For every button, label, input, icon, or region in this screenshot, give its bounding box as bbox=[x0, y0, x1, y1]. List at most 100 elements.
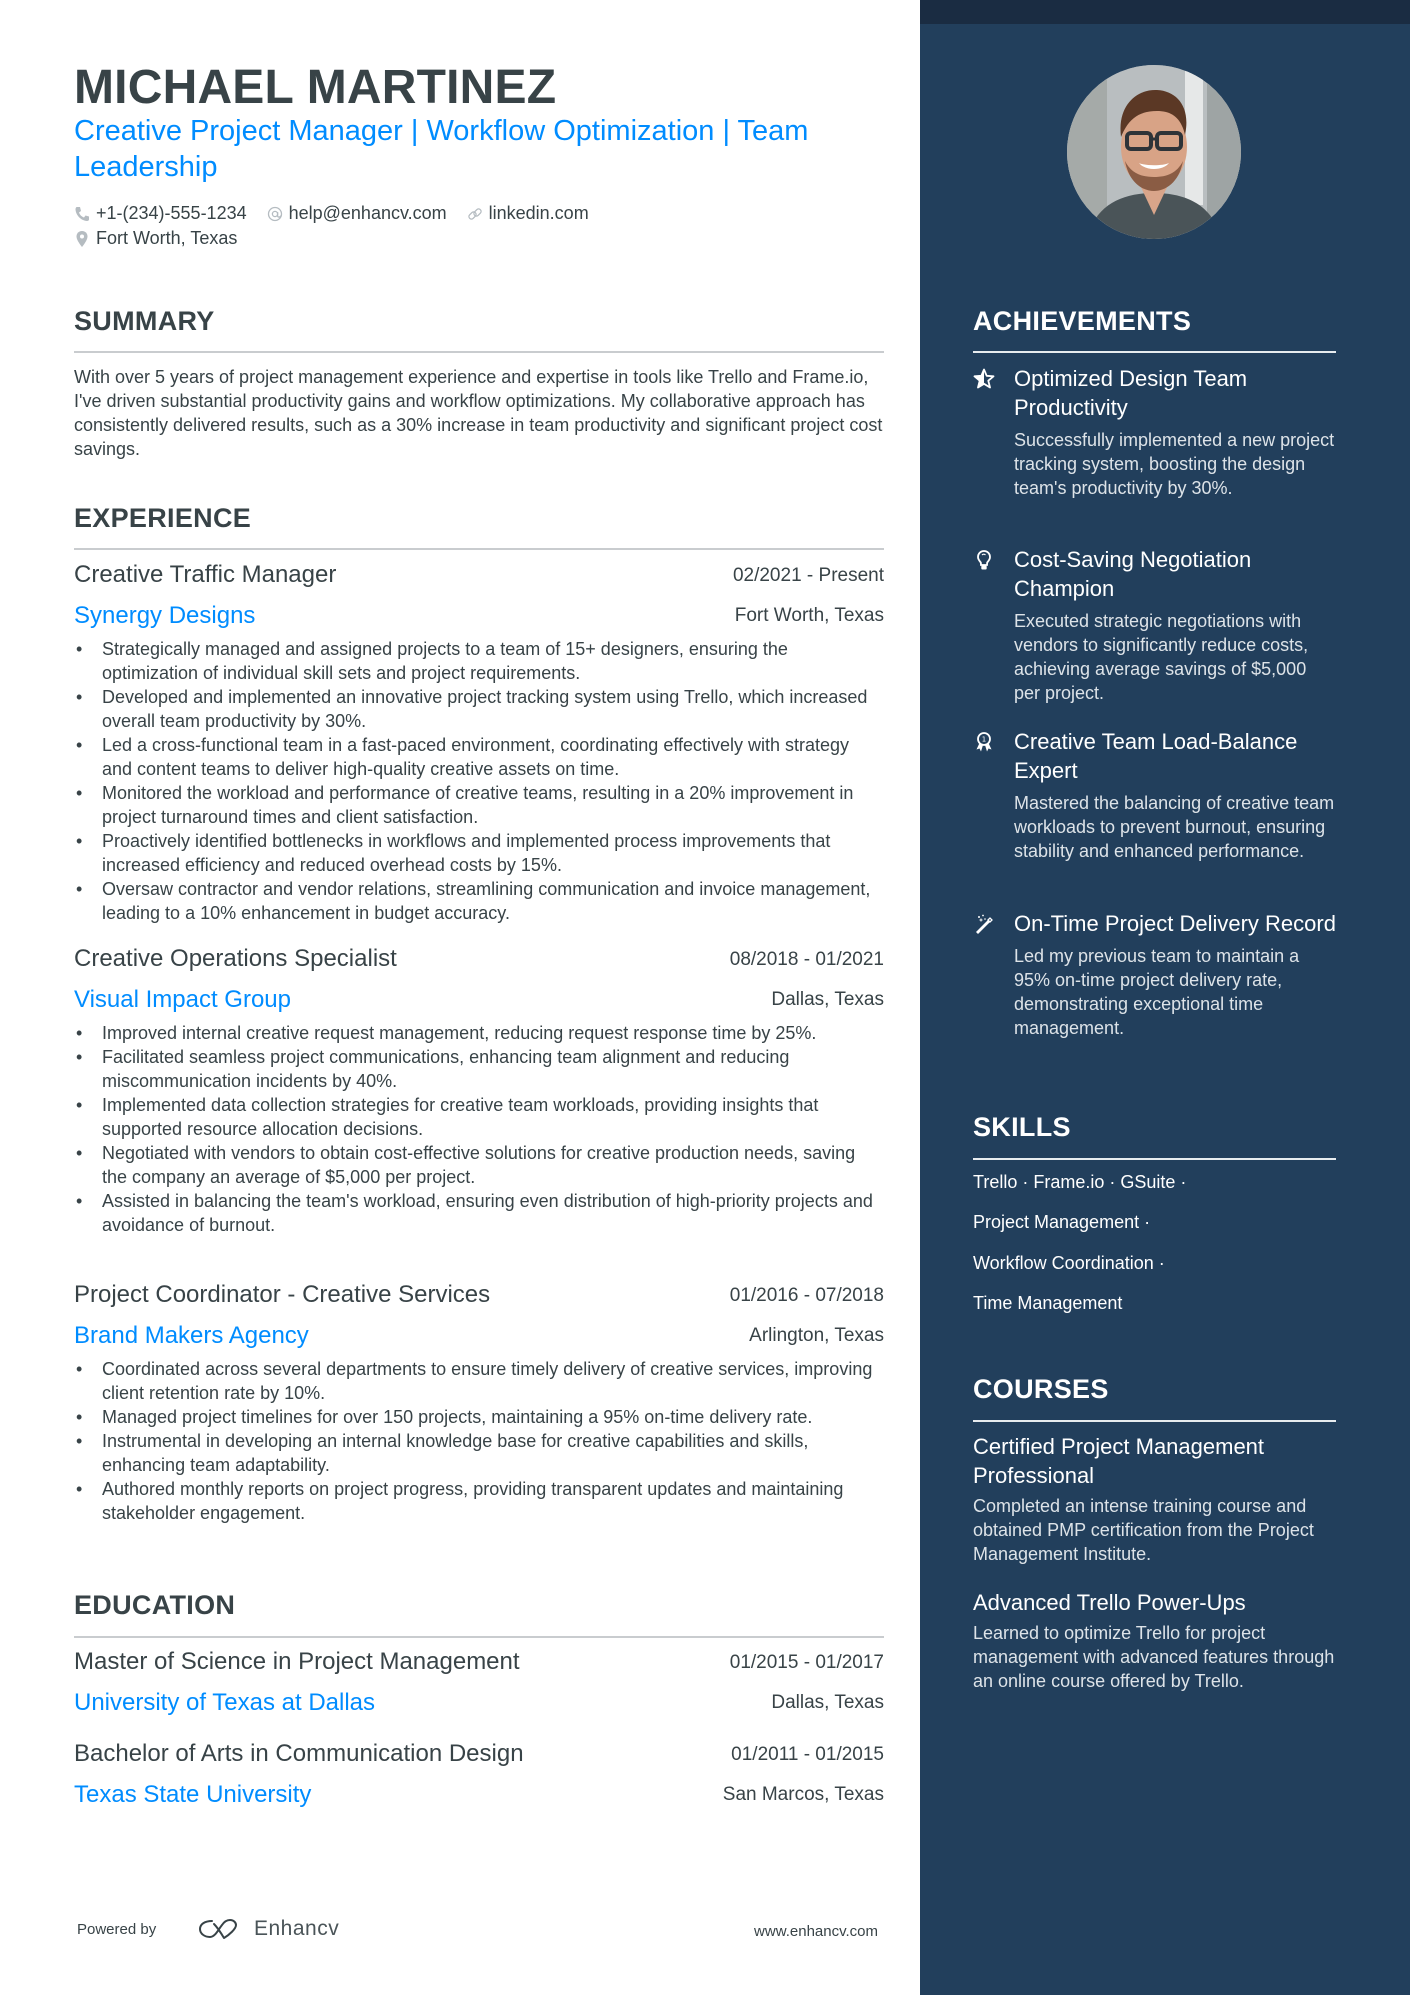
enhancv-logo-icon bbox=[199, 1919, 237, 1939]
course-title: Advanced Trello Power-Ups bbox=[973, 1590, 1246, 1615]
skill-line: Project Management · bbox=[973, 1212, 1151, 1232]
education-heading: EDUCATION bbox=[74, 1590, 236, 1620]
enhancv-brand-text: Enhancv bbox=[254, 1917, 340, 1940]
courses-divider bbox=[973, 1420, 1336, 1422]
bullet-item: Led a cross-functional team in a fast-pa… bbox=[74, 733, 884, 781]
course-item: Certified Project Management Professiona… bbox=[973, 1432, 1336, 1566]
bullet-item: Authored monthly reports on project prog… bbox=[74, 1477, 884, 1525]
job-location: Fort Worth, Texas bbox=[734, 605, 884, 626]
achievement-title: Optimized Design Team Productivity bbox=[1014, 366, 1248, 420]
achievement-title: Cost-Saving Negotiation Champion bbox=[1014, 547, 1252, 601]
bullet-item: Monitored the workload and performance o… bbox=[74, 781, 884, 829]
email-contact[interactable]: help@enhancv.com bbox=[267, 201, 447, 226]
job-title: Creative Traffic Manager bbox=[74, 561, 337, 588]
linkedin-contact[interactable]: linkedin.com bbox=[467, 201, 589, 226]
lightbulb-icon bbox=[973, 549, 997, 573]
job-dates: 02/2021 - Present bbox=[732, 565, 884, 586]
svg-text:1: 1 bbox=[982, 736, 986, 744]
job-dates: 01/2016 - 07/2018 bbox=[729, 1285, 884, 1306]
degree-title: Bachelor of Arts in Communication Design bbox=[74, 1740, 524, 1767]
summary-divider bbox=[74, 351, 884, 353]
achievement-title: Creative Team Load-Balance Expert bbox=[1014, 729, 1298, 783]
contact-info: +1-(234)-555-1234 help@enhancv.com linke… bbox=[74, 201, 609, 251]
footer: Powered by Enhancv www.enhancv.com bbox=[74, 1915, 884, 1945]
phone-icon bbox=[74, 205, 90, 223]
bullet-item: Assisted in balancing the team's workloa… bbox=[74, 1189, 884, 1237]
school-location: Dallas, Texas bbox=[771, 1692, 884, 1713]
bullet-item: Facilitated seamless project communicati… bbox=[74, 1045, 884, 1093]
achievement-item: Cost-Saving Negotiation Champion Execute… bbox=[973, 545, 1336, 705]
bullet-item: Managed project timelines for over 150 p… bbox=[74, 1405, 884, 1429]
education-dates: 01/2011 - 01/2015 bbox=[731, 1744, 884, 1765]
school-name[interactable]: University of Texas at Dallas bbox=[74, 1689, 375, 1717]
job-title: Creative Operations Specialist bbox=[74, 945, 397, 972]
course-title: Certified Project Management Professiona… bbox=[973, 1434, 1265, 1488]
experience-divider bbox=[74, 548, 884, 550]
job-location: Arlington, Texas bbox=[749, 1325, 884, 1346]
linkedin-url: linkedin.com bbox=[488, 203, 589, 223]
profile-photo bbox=[1067, 65, 1241, 239]
award-ribbon-icon: 1 bbox=[973, 731, 997, 755]
summary-text: With over 5 years of project management … bbox=[74, 367, 883, 459]
achievements-heading: ACHIEVEMENTS bbox=[973, 306, 1192, 336]
course-description: Completed an intense training course and… bbox=[973, 1496, 1314, 1564]
bullet-item: Strategically managed and assigned proje… bbox=[74, 637, 884, 685]
bullet-item: Implemented data collection strategies f… bbox=[74, 1093, 884, 1141]
magic-wand-icon bbox=[973, 913, 997, 937]
company-name[interactable]: Synergy Designs bbox=[74, 602, 255, 630]
sidebar-top-strip bbox=[920, 0, 1410, 24]
school-location: San Marcos, Texas bbox=[722, 1784, 884, 1805]
achievement-description: Successfully implemented a new project t… bbox=[1014, 430, 1335, 498]
achievement-description: Mastered the balancing of creative team … bbox=[1014, 793, 1335, 861]
headline: Creative Project Manager | Workflow Opti… bbox=[74, 115, 809, 183]
skill-line: Trello · Frame.io · GSuite · bbox=[973, 1172, 1187, 1192]
skills-divider bbox=[973, 1158, 1336, 1160]
skills-heading: SKILLS bbox=[973, 1112, 1071, 1142]
bullet-item: Developed and implemented an innovative … bbox=[74, 685, 884, 733]
bullet-item: Oversaw contractor and vendor relations,… bbox=[74, 877, 884, 925]
job-title: Project Coordinator - Creative Services bbox=[74, 1281, 491, 1308]
phone-contact[interactable]: +1-(234)-555-1234 bbox=[74, 201, 247, 226]
achievement-description: Executed strategic negotiations with ven… bbox=[1014, 611, 1309, 703]
location-contact: Fort Worth, Texas bbox=[74, 226, 237, 251]
skill-line: Time Management bbox=[973, 1293, 1123, 1313]
at-icon bbox=[267, 205, 283, 223]
achievement-item: 1 Creative Team Load-Balance Expert Mast… bbox=[973, 727, 1336, 863]
achievement-item: On-Time Project Delivery Record Led my p… bbox=[973, 909, 1336, 1040]
skill-line: Workflow Coordination · bbox=[973, 1253, 1165, 1273]
achievement-title: On-Time Project Delivery Record bbox=[1014, 911, 1336, 936]
powered-by-label: Powered by bbox=[77, 1921, 157, 1938]
link-icon bbox=[467, 205, 483, 223]
location-pin-icon bbox=[74, 230, 90, 248]
location-text: Fort Worth, Texas bbox=[96, 228, 238, 248]
bullet-item: Negotiated with vendors to obtain cost-e… bbox=[74, 1141, 884, 1189]
sidebar: ACHIEVEMENTS Optimized Design Team Produ… bbox=[920, 0, 1410, 1995]
education-dates: 01/2015 - 01/2017 bbox=[729, 1652, 884, 1673]
company-name[interactable]: Brand Makers Agency bbox=[74, 1322, 309, 1350]
achievement-item: Optimized Design Team Productivity Succe… bbox=[973, 364, 1336, 500]
school-name[interactable]: Texas State University bbox=[74, 1781, 311, 1809]
education-divider bbox=[74, 1636, 884, 1638]
course-description: Learned to optimize Trello for project m… bbox=[973, 1623, 1335, 1691]
enhancv-logo[interactable]: Enhancv bbox=[196, 1915, 339, 1943]
job-dates: 08/2018 - 01/2021 bbox=[729, 949, 884, 970]
achievement-description: Led my previous team to maintain a 95% o… bbox=[1014, 946, 1300, 1038]
job-location: Dallas, Texas bbox=[771, 989, 884, 1010]
website-link[interactable]: www.enhancv.com bbox=[754, 1923, 878, 1940]
course-item: Advanced Trello Power-Ups Learned to opt… bbox=[973, 1588, 1336, 1693]
bullet-item: Instrumental in developing an internal k… bbox=[74, 1429, 884, 1477]
bullet-item: Improved internal creative request manag… bbox=[74, 1021, 884, 1045]
job-bullets: Strategically managed and assigned proje… bbox=[74, 637, 884, 925]
phone-number: +1-(234)-555-1234 bbox=[96, 203, 247, 223]
bullet-item: Coordinated across several departments t… bbox=[74, 1357, 884, 1405]
job-bullets: Coordinated across several departments t… bbox=[74, 1357, 884, 1525]
degree-title: Master of Science in Project Management bbox=[74, 1648, 520, 1675]
summary-heading: SUMMARY bbox=[74, 306, 215, 336]
email-address: help@enhancv.com bbox=[288, 203, 447, 223]
courses-heading: COURSES bbox=[973, 1374, 1109, 1404]
job-bullets: Improved internal creative request manag… bbox=[74, 1021, 884, 1237]
company-name[interactable]: Visual Impact Group bbox=[74, 986, 291, 1014]
star-icon bbox=[973, 368, 997, 392]
bullet-item: Proactively identified bottlenecks in wo… bbox=[74, 829, 884, 877]
achievements-divider bbox=[973, 351, 1336, 353]
